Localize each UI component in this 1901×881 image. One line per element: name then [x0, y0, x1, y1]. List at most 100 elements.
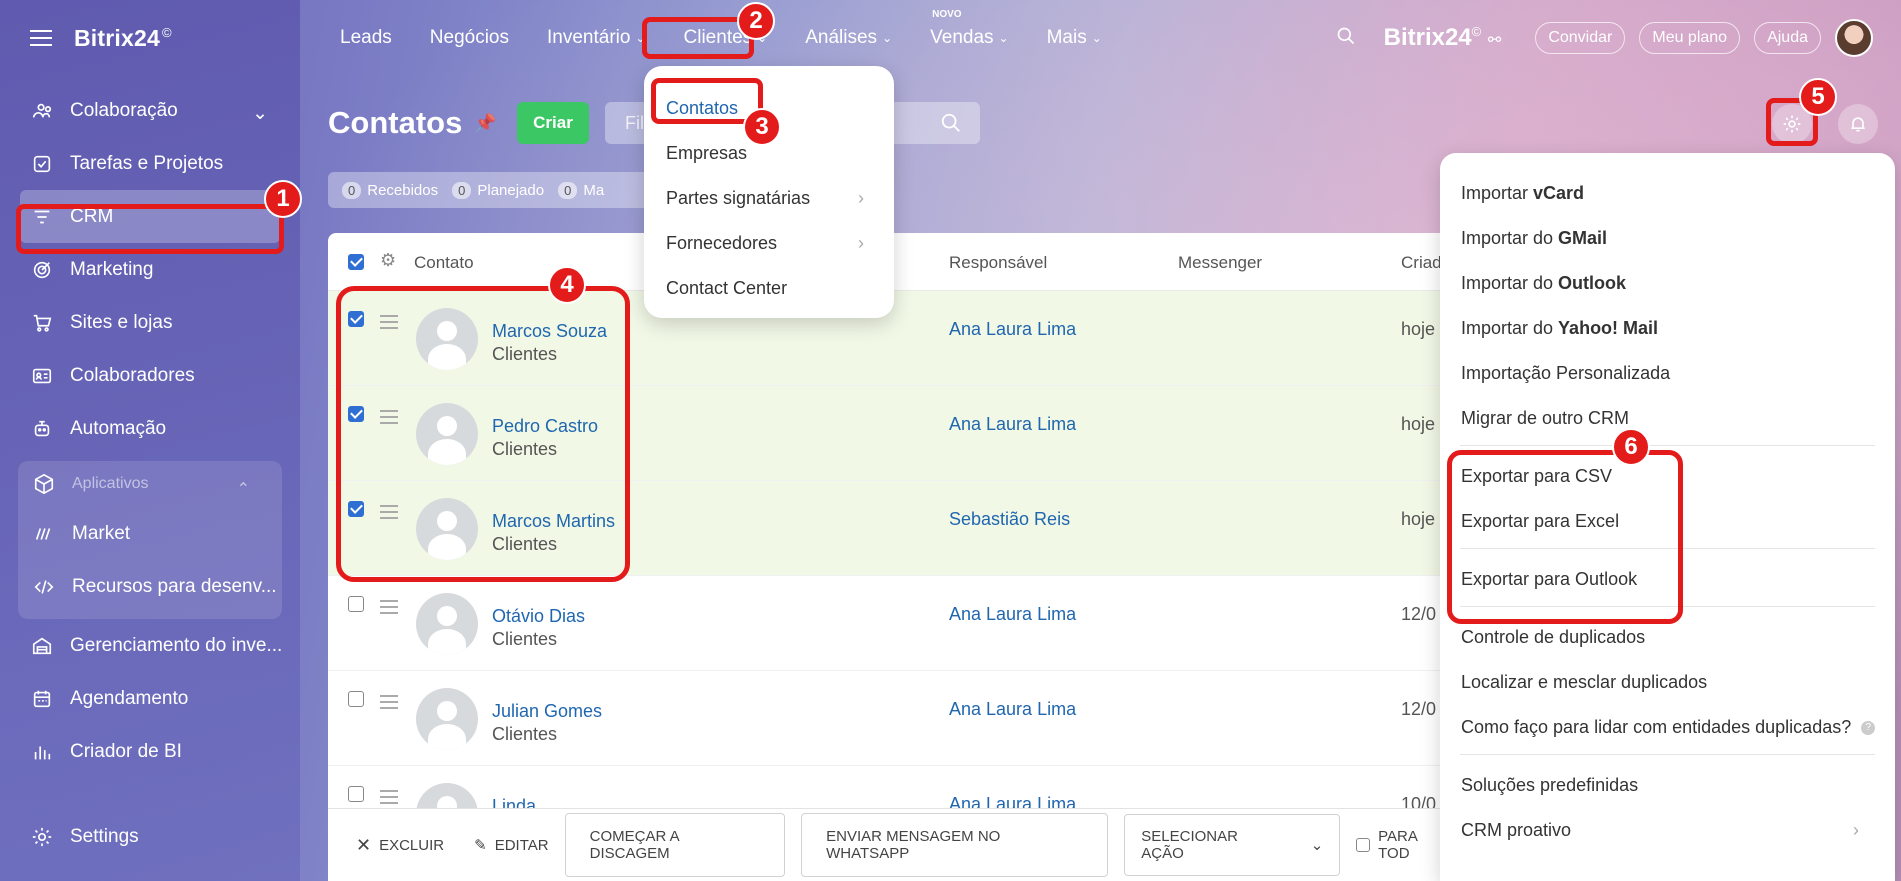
- nav-item-0[interactable]: Leads: [340, 27, 392, 49]
- col-responsible[interactable]: Responsável: [949, 253, 1047, 273]
- nav-item-6[interactable]: Mais ⌄: [1047, 27, 1102, 49]
- warehouse-icon: [30, 634, 54, 658]
- counter-2[interactable]: 0 Ma: [558, 181, 604, 199]
- col-contact[interactable]: Contato: [414, 253, 474, 273]
- proactive-crm-item[interactable]: CRM proativo ›: [1440, 808, 1895, 853]
- table-row[interactable]: Otávio Dias Clientes Ana Laura Lima 12/0: [328, 576, 1451, 671]
- notifications-button[interactable]: [1838, 104, 1878, 144]
- create-button[interactable]: Criar: [517, 102, 589, 144]
- menu-burger-icon[interactable]: [30, 30, 52, 46]
- chevron-up-icon: ⌃: [236, 481, 250, 498]
- clientes-menu-item-3[interactable]: Fornecedores ›: [644, 221, 894, 266]
- nav-item-4[interactable]: Análises ⌄: [805, 27, 892, 49]
- predefined-solutions-item[interactable]: Soluções predefinidas: [1440, 763, 1895, 808]
- for-all-checkbox[interactable]: PARA TOD: [1356, 828, 1451, 862]
- contact-name-link[interactable]: Julian Gomes: [492, 701, 602, 722]
- sidebar-app-item-0[interactable]: Market: [18, 507, 282, 560]
- sidebar-item-label: Marketing: [70, 258, 154, 280]
- counter-1[interactable]: 0 Planejado: [452, 181, 544, 199]
- row-checkbox[interactable]: [348, 596, 364, 612]
- row-checkbox[interactable]: [348, 691, 364, 707]
- sidebar-item-5[interactable]: Colaboradores: [0, 349, 300, 402]
- new-badge: NOVO: [932, 9, 962, 20]
- contact-avatar: [416, 593, 478, 655]
- clientes-menu-item-2[interactable]: Partes signatárias ›: [644, 176, 894, 221]
- responsible-link[interactable]: Ana Laura Lima: [949, 699, 1076, 720]
- responsible-link[interactable]: Ana Laura Lima: [949, 414, 1076, 435]
- sidebar-item-0[interactable]: Colaboração ⌄: [0, 84, 300, 137]
- created-date: 10/0: [1401, 794, 1437, 808]
- responsible-link[interactable]: Ana Laura Lima: [949, 604, 1076, 625]
- clientes-menu-item-4[interactable]: Contact Center: [644, 266, 894, 311]
- sidebar-more-item-2[interactable]: Criador de BI: [0, 725, 300, 778]
- sidebar-item-label: Sites e lojas: [70, 311, 173, 333]
- help-button[interactable]: Ajuda: [1754, 22, 1821, 54]
- table-settings-icon[interactable]: ⚙: [380, 250, 396, 271]
- col-created[interactable]: Criad: [1401, 253, 1442, 273]
- search-icon: [940, 112, 962, 139]
- sidebar-item-label: Market: [72, 522, 131, 544]
- import-item-3[interactable]: Importar do Yahoo! Mail: [1440, 306, 1895, 351]
- duplicates-help-item[interactable]: Como faço para lidar com entidades dupli…: [1440, 705, 1895, 750]
- select-all-checkbox[interactable]: [348, 254, 364, 270]
- table-row[interactable]: Linda Ana Laura Lima 10/0: [328, 766, 1451, 808]
- created-date: hoje: [1401, 319, 1436, 339]
- help-icon[interactable]: ?: [1861, 720, 1876, 735]
- nav-item-1[interactable]: Negócios: [430, 27, 509, 49]
- contact-name-link[interactable]: Otávio Dias: [492, 606, 585, 627]
- contact-name-link[interactable]: Linda: [492, 796, 536, 808]
- import-item-2[interactable]: Importar do Outlook: [1440, 261, 1895, 306]
- import-item-5[interactable]: Migrar de outro CRM: [1440, 396, 1895, 441]
- find-merge-duplicates-item[interactable]: Localizar e mesclar duplicados: [1440, 660, 1895, 705]
- import-item-0[interactable]: Importar vCard: [1440, 171, 1895, 216]
- chevron-down-icon: ⌄: [1310, 837, 1324, 854]
- apps-group: Aplicativos ⌃ Market Recursos para desenv…: [18, 461, 282, 619]
- drag-handle-icon[interactable]: [380, 600, 398, 618]
- search-icon[interactable]: [1336, 26, 1356, 51]
- counter-0[interactable]: 0 Recebidos: [342, 181, 438, 199]
- invite-button[interactable]: Convidar: [1535, 22, 1626, 54]
- annotation-box-selected-rows: [336, 286, 630, 582]
- page-title: Contatos 📌: [328, 105, 497, 140]
- pin-icon[interactable]: 📌: [474, 113, 496, 134]
- sidebar-more-item-1[interactable]: Agendamento: [0, 672, 300, 725]
- sidebar-item-apps[interactable]: Aplicativos ⌃: [18, 461, 282, 507]
- sidebar-item-6[interactable]: Automação: [0, 402, 300, 455]
- responsible-link[interactable]: Ana Laura Lima: [949, 794, 1076, 808]
- col-messenger[interactable]: Messenger: [1178, 253, 1262, 273]
- annotation-badge-2: 2: [737, 2, 775, 40]
- my-plan-button[interactable]: Meu plano: [1639, 22, 1741, 54]
- responsible-link[interactable]: Sebastião Reis: [949, 509, 1070, 530]
- menu-divider: [1460, 754, 1875, 755]
- user-avatar[interactable]: [1835, 19, 1873, 57]
- sidebar-item-label: Tarefas e Projetos: [70, 152, 224, 174]
- annotation-badge-4: 4: [548, 266, 586, 304]
- responsible-link[interactable]: Ana Laura Lima: [949, 319, 1076, 340]
- table-row[interactable]: Julian Gomes Clientes Ana Laura Lima 12/0: [328, 671, 1451, 766]
- annotation-badge-5: 5: [1799, 78, 1837, 116]
- sidebar-item-4[interactable]: Sites e lojas: [0, 296, 300, 349]
- created-date: 12/0: [1401, 604, 1437, 624]
- sidebar-header: Bitrix24 ©: [0, 0, 300, 76]
- sidebar-item-label: Automação: [70, 417, 167, 439]
- send-whatsapp-button[interactable]: ENVIAR MENSAGEM NO WHATSAPP: [801, 813, 1109, 877]
- annotation-badge-3: 3: [743, 108, 781, 146]
- delete-button[interactable]: ✕ EXCLUIR: [356, 835, 444, 856]
- sidebar-item-settings[interactable]: Settings: [0, 810, 139, 863]
- bitrix-logo[interactable]: Bitrix24 ©: [74, 25, 172, 52]
- import-item-1[interactable]: Importar do GMail: [1440, 216, 1895, 261]
- nav-item-5[interactable]: NOVO Vendas ⌄: [930, 9, 1008, 49]
- contact-type: Clientes: [492, 629, 558, 649]
- drag-handle-icon[interactable]: [380, 790, 398, 808]
- sidebar-item-1[interactable]: Tarefas e Projetos: [0, 137, 300, 190]
- drag-handle-icon[interactable]: [380, 695, 398, 713]
- start-dialing-button[interactable]: COMEÇAR A DISCAGEM: [564, 813, 786, 877]
- sidebar-app-item-1[interactable]: Recursos para desenv...: [18, 560, 282, 613]
- import-item-4[interactable]: Importação Personalizada: [1440, 351, 1895, 396]
- contact-type: Clientes: [492, 724, 558, 744]
- row-checkbox[interactable]: [348, 786, 364, 802]
- edit-button[interactable]: ✎ EDITAR: [474, 836, 548, 855]
- sidebar-more-item-0[interactable]: Gerenciamento do inve...: [0, 619, 300, 672]
- select-action-dropdown[interactable]: SELECIONAR AÇÃO ⌄: [1124, 814, 1341, 876]
- nav-item-2[interactable]: Inventário ⌄: [547, 27, 646, 49]
